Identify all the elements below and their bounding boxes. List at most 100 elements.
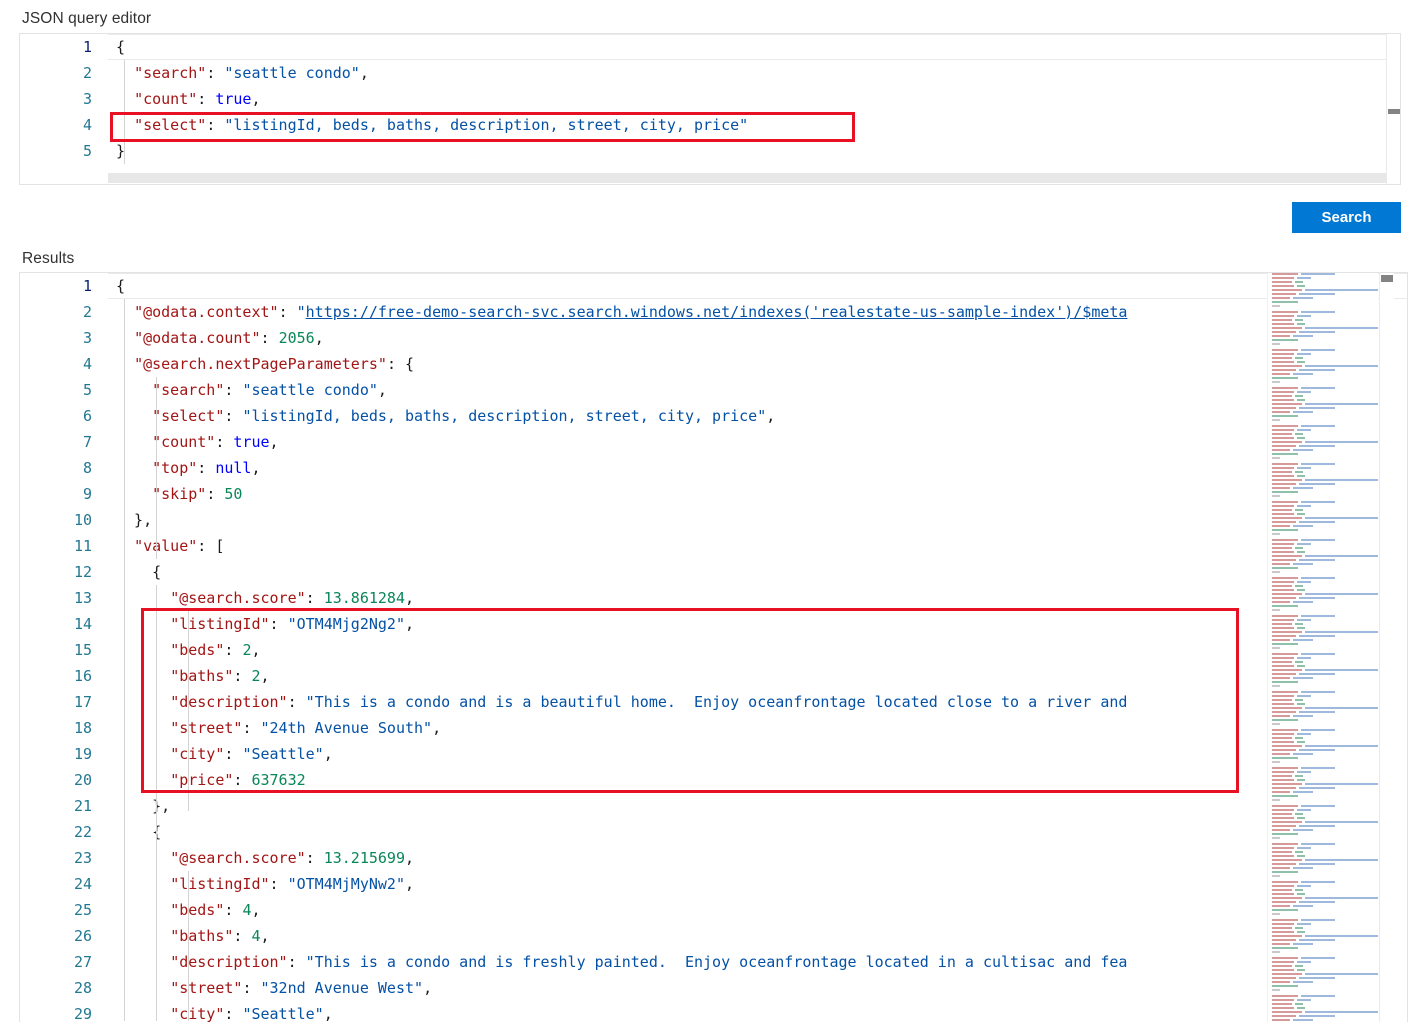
code-line[interactable]: 6 "select": "listingId, beds, baths, des… xyxy=(20,403,1407,429)
query-editor-horizontal-scrollbar[interactable] xyxy=(108,172,1386,184)
minimap-segment xyxy=(1272,653,1298,655)
minimap-segment xyxy=(1272,981,1290,983)
code-line[interactable]: 14 "listingId": "OTM4Mjg2Ng2", xyxy=(20,611,1407,637)
code-line[interactable]: 22 { xyxy=(20,819,1407,845)
code-minimap[interactable] xyxy=(1267,273,1378,1022)
minimap-row xyxy=(1272,539,1378,541)
code-line[interactable]: 28 "street": "32nd Avenue West", xyxy=(20,975,1407,1001)
json-query-editor[interactable]: 1{2 "search": "seattle condo", 3 "count":… xyxy=(19,33,1401,185)
minimap-segment xyxy=(1301,539,1335,541)
minimap-segment xyxy=(1299,673,1335,675)
code-token: "listingId, beds, baths, description, st… xyxy=(224,116,749,134)
minimap-segment xyxy=(1272,787,1296,789)
results-editor-code[interactable]: 1{2 "@odata.context": "https://free-demo… xyxy=(20,273,1407,1022)
code-line[interactable]: 17 "description": "This is a condo and i… xyxy=(20,689,1407,715)
code-line[interactable]: 2 "search": "seattle condo", xyxy=(20,60,1400,86)
results-editor-vertical-scrollbar-thumb[interactable] xyxy=(1381,275,1393,282)
code-line[interactable]: 11 "value": [ xyxy=(20,533,1407,559)
code-token: "32nd Avenue West" xyxy=(260,979,424,997)
code-line[interactable]: 21 }, xyxy=(20,793,1407,819)
line-number: 29 xyxy=(73,1005,92,1022)
code-line[interactable]: 24 "listingId": "OTM4MjMyNw2", xyxy=(20,871,1407,897)
code-line[interactable]: 4 "@search.nextPageParameters": { xyxy=(20,351,1407,377)
code-text: "value": [ xyxy=(116,533,224,559)
minimap-segment xyxy=(1305,479,1378,481)
minimap-segment xyxy=(1305,897,1378,899)
minimap-segment xyxy=(1295,889,1303,891)
minimap-segment xyxy=(1272,669,1302,671)
minimap-row xyxy=(1272,875,1378,877)
code-line[interactable]: 3 "@odata.count": 2056, xyxy=(20,325,1407,351)
minimap-row xyxy=(1272,467,1378,469)
code-line[interactable]: 1{ xyxy=(20,34,1400,60)
code-line[interactable]: 4 "select": "listingId, beds, baths, des… xyxy=(20,112,1400,138)
code-line[interactable]: 29 "city": "Seattle", xyxy=(20,1001,1407,1022)
minimap-segment xyxy=(1272,555,1302,557)
minimap-segment xyxy=(1272,479,1302,481)
code-token: "beds" xyxy=(170,641,225,659)
minimap-segment xyxy=(1272,501,1298,503)
code-line[interactable]: 16 "baths": 2, xyxy=(20,663,1407,689)
minimap-segment xyxy=(1293,867,1313,869)
code-text: "city": "Seattle", xyxy=(116,1001,333,1022)
minimap-segment xyxy=(1305,935,1378,937)
minimap-segment xyxy=(1272,319,1292,321)
minimap-row xyxy=(1272,729,1378,731)
minimap-row xyxy=(1272,609,1378,611)
minimap-segment xyxy=(1305,631,1378,633)
code-text: "description": "This is a condo and is f… xyxy=(116,949,1127,975)
active-line-highlight xyxy=(108,273,1407,299)
url-link[interactable]: https://free-demo-search-svc.search.wind… xyxy=(306,303,1128,321)
minimap-row xyxy=(1272,855,1378,857)
code-line[interactable]: 20 "price": 637632 xyxy=(20,767,1407,793)
query-editor-horizontal-scrollbar-thumb[interactable] xyxy=(108,173,1386,183)
code-line[interactable]: 13 "@search.score": 13.861284, xyxy=(20,585,1407,611)
search-button[interactable]: Search xyxy=(1292,202,1401,233)
minimap-segment xyxy=(1297,581,1311,583)
code-line[interactable]: 8 "top": null, xyxy=(20,455,1407,481)
code-line[interactable]: 26 "baths": 4, xyxy=(20,923,1407,949)
line-number: 12 xyxy=(73,563,92,581)
code-line[interactable]: 18 "street": "24th Avenue South", xyxy=(20,715,1407,741)
code-line[interactable]: 23 "@search.score": 13.215699, xyxy=(20,845,1407,871)
code-line[interactable]: 10 }, xyxy=(20,507,1407,533)
minimap-row xyxy=(1272,331,1378,333)
minimap-block xyxy=(1268,691,1378,725)
query-editor-vertical-scrollbar[interactable] xyxy=(1386,34,1400,184)
minimap-row xyxy=(1272,833,1378,835)
code-line[interactable]: 3 "count": true, xyxy=(20,86,1400,112)
code-line[interactable]: 27 "description": "This is a condo and i… xyxy=(20,949,1407,975)
query-editor-vertical-scrollbar-thumb[interactable] xyxy=(1388,109,1400,114)
code-line[interactable]: 25 "beds": 4, xyxy=(20,897,1407,923)
minimap-row xyxy=(1272,867,1378,869)
code-line[interactable]: 19 "city": "Seattle", xyxy=(20,741,1407,767)
code-line[interactable]: 7 "count": true, xyxy=(20,429,1407,455)
results-editor[interactable]: 1{2 "@odata.context": "https://free-demo… xyxy=(19,272,1408,1022)
line-number: 28 xyxy=(73,979,92,997)
minimap-row xyxy=(1272,787,1378,789)
minimap-segment xyxy=(1272,813,1292,815)
minimap-segment xyxy=(1272,441,1302,443)
code-line[interactable]: 2 "@odata.context": "https://free-demo-s… xyxy=(20,299,1407,325)
code-line[interactable]: 5 "search": "seattle condo", xyxy=(20,377,1407,403)
code-line[interactable]: 9 "skip": 50 xyxy=(20,481,1407,507)
minimap-row xyxy=(1272,901,1378,903)
code-token: { xyxy=(116,38,126,56)
code-line[interactable]: 12 { xyxy=(20,559,1407,585)
minimap-row xyxy=(1272,741,1378,743)
minimap-row xyxy=(1272,677,1378,679)
json-query-editor-code[interactable]: 1{2 "search": "seattle condo", 3 "count":… xyxy=(20,34,1400,184)
code-token: : xyxy=(242,719,261,737)
code-line[interactable]: 1{ xyxy=(20,273,1407,299)
results-editor-vertical-scrollbar[interactable] xyxy=(1379,273,1394,1022)
code-text: "street": "24th Avenue South", xyxy=(116,715,441,741)
minimap-segment xyxy=(1272,415,1298,417)
minimap-segment xyxy=(1272,647,1280,649)
code-line[interactable]: 15 "beds": 2, xyxy=(20,637,1407,663)
line-number: 7 xyxy=(82,433,92,451)
code-token: : xyxy=(206,116,225,134)
minimap-segment xyxy=(1297,589,1305,591)
code-line[interactable]: 5} xyxy=(20,138,1400,164)
minimap-block xyxy=(1268,919,1378,953)
